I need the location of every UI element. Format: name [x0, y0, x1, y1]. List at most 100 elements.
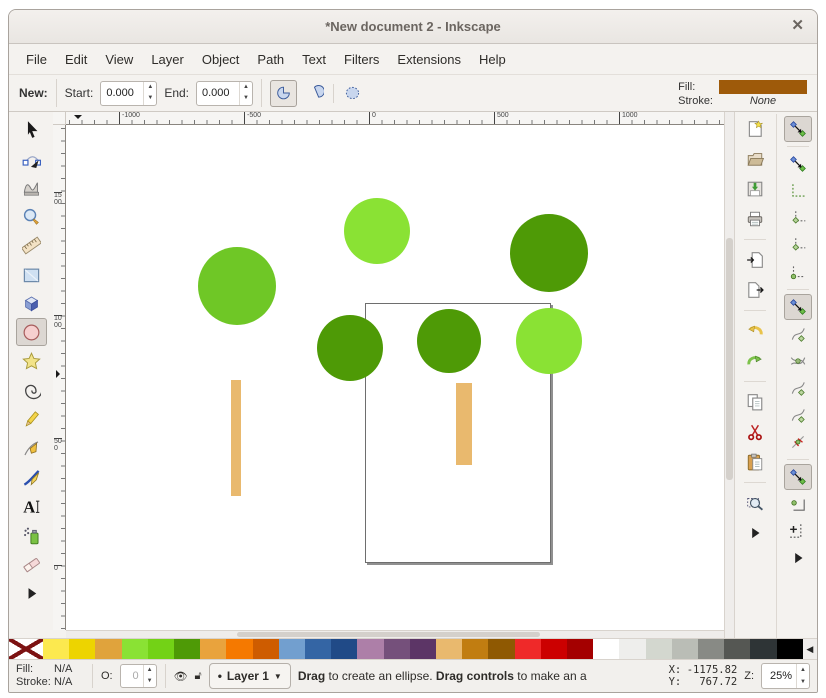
- palette-color-swatch[interactable]: [436, 639, 462, 659]
- palette-color-swatch[interactable]: [69, 639, 95, 659]
- palette-color-swatch[interactable]: [488, 639, 514, 659]
- palette-color-swatch[interactable]: [200, 639, 226, 659]
- menu-path[interactable]: Path: [248, 47, 293, 72]
- snap-bbox-edge-midpoints-button[interactable]: [784, 232, 812, 258]
- palette-color-swatch[interactable]: [253, 639, 279, 659]
- menu-object[interactable]: Object: [193, 47, 249, 72]
- ellipse-tool[interactable]: [16, 318, 47, 346]
- snap-bbox-edges-button[interactable]: [784, 178, 812, 204]
- copy-button[interactable]: [741, 389, 769, 415]
- undo-button[interactable]: [741, 318, 769, 344]
- end-value[interactable]: 0.000: [197, 82, 239, 105]
- star-tool[interactable]: [16, 347, 47, 375]
- export-button[interactable]: [741, 277, 769, 303]
- measure-tool[interactable]: [16, 231, 47, 259]
- palette-color-swatch[interactable]: [646, 639, 672, 659]
- tweak-tool[interactable]: [16, 173, 47, 201]
- menu-filters[interactable]: Filters: [335, 47, 388, 72]
- menu-text[interactable]: Text: [293, 47, 335, 72]
- tree-trunk-1[interactable]: [231, 380, 241, 496]
- cut-button[interactable]: [741, 419, 769, 445]
- import-button[interactable]: [741, 247, 769, 273]
- commands-expand[interactable]: [741, 520, 769, 546]
- snap-paths-button[interactable]: [784, 321, 812, 347]
- snap-path-intersections-button[interactable]: [784, 348, 812, 374]
- layer-visibility-icon[interactable]: 👁︎: [174, 670, 188, 683]
- snap-object-centers-button[interactable]: [784, 491, 812, 517]
- style-indicator[interactable]: Fill: N/A Stroke: N/A: [16, 663, 84, 689]
- horizontal-ruler[interactable]: -1000-50005001000: [66, 112, 724, 125]
- stroke-value[interactable]: None: [719, 95, 807, 107]
- eraser-tool[interactable]: [16, 550, 47, 578]
- snap-enable-button[interactable]: [784, 116, 812, 142]
- zoom-spinner[interactable]: 25% ▲▼: [761, 663, 810, 689]
- titlebar[interactable]: *New document 2 - Inkscape ✕: [9, 10, 817, 44]
- menu-edit[interactable]: Edit: [56, 47, 96, 72]
- spiral-tool[interactable]: [16, 376, 47, 404]
- fill-color-swatch[interactable]: [719, 80, 807, 94]
- palette-color-swatch[interactable]: [331, 639, 357, 659]
- menu-extensions[interactable]: Extensions: [388, 47, 470, 72]
- palette-scroll-left-icon[interactable]: ◀: [803, 639, 817, 659]
- snap-bbox-corners-button[interactable]: [784, 205, 812, 231]
- print-button[interactable]: [741, 206, 769, 232]
- node-editor-tool[interactable]: [16, 144, 47, 172]
- palette-color-swatch[interactable]: [777, 639, 803, 659]
- palette-color-swatch[interactable]: [672, 639, 698, 659]
- palette-color-swatch[interactable]: [750, 639, 776, 659]
- palette-color-swatch[interactable]: [593, 639, 619, 659]
- snap-nodes-button[interactable]: [784, 294, 812, 320]
- ellipse-slice-button[interactable]: [270, 80, 297, 107]
- palette-color-swatch[interactable]: [279, 639, 305, 659]
- pen-tool[interactable]: [16, 434, 47, 462]
- open-button[interactable]: [741, 146, 769, 172]
- tree-crown-5[interactable]: [417, 309, 481, 373]
- palette-color-swatch[interactable]: [43, 639, 69, 659]
- palette-color-swatch[interactable]: [148, 639, 174, 659]
- snap-bbox-button[interactable]: [784, 151, 812, 177]
- menu-layer[interactable]: Layer: [142, 47, 193, 72]
- palette-color-swatch[interactable]: [698, 639, 724, 659]
- vertical-scrollbar[interactable]: [724, 112, 734, 638]
- palette-color-swatch[interactable]: [226, 639, 252, 659]
- layer-selector[interactable]: • Layer 1 ▼: [209, 663, 291, 689]
- snap-page-border-button[interactable]: [784, 518, 812, 544]
- rectangle-tool[interactable]: [16, 260, 47, 288]
- ellipse-arc-button[interactable]: [301, 80, 328, 107]
- save-button[interactable]: [741, 176, 769, 202]
- snap-expand[interactable]: [784, 545, 812, 571]
- tree-crown-2[interactable]: [344, 198, 410, 264]
- palette-color-swatch[interactable]: [357, 639, 383, 659]
- tree-crown-1[interactable]: [198, 247, 276, 325]
- palette-color-swatch[interactable]: [619, 639, 645, 659]
- snap-cusp-nodes-button[interactable]: [784, 375, 812, 401]
- vertical-ruler[interactable]: 150010005000: [53, 125, 66, 630]
- ellipse-whole-button[interactable]: [339, 80, 366, 107]
- layer-lock-icon[interactable]: 🔓︎: [195, 670, 202, 683]
- start-value[interactable]: 0.000: [101, 82, 143, 105]
- opacity-spinner[interactable]: 0 ▲▼: [120, 664, 157, 688]
- menu-file[interactable]: File: [17, 47, 56, 72]
- palette-color-swatch[interactable]: [305, 639, 331, 659]
- palette-color-swatch[interactable]: [384, 639, 410, 659]
- pencil-tool[interactable]: [16, 405, 47, 433]
- opacity-value[interactable]: 0: [121, 665, 143, 687]
- tree-crown-4[interactable]: [317, 315, 383, 381]
- snap-bbox-centers-button[interactable]: [784, 259, 812, 285]
- drawing-canvas[interactable]: [66, 125, 724, 630]
- horizontal-scrollbar[interactable]: [66, 630, 724, 638]
- palette-color-swatch[interactable]: [567, 639, 593, 659]
- vertical-scrollbar-thumb[interactable]: [726, 238, 733, 480]
- palette-color-swatch[interactable]: [410, 639, 436, 659]
- snap-others-button[interactable]: [784, 464, 812, 490]
- fill-stroke-indicator[interactable]: Fill: Stroke: None: [678, 80, 807, 107]
- horizontal-scrollbar-thumb[interactable]: [237, 632, 540, 637]
- palette-color-swatch[interactable]: [122, 639, 148, 659]
- palette-color-swatch[interactable]: [174, 639, 200, 659]
- menu-view[interactable]: View: [96, 47, 142, 72]
- calligraphy-tool[interactable]: [16, 463, 47, 491]
- redo-button[interactable]: [741, 348, 769, 374]
- selector-tool[interactable]: [16, 115, 47, 143]
- toolbox-expand[interactable]: [16, 579, 47, 607]
- zoom-drawing-button[interactable]: [741, 490, 769, 516]
